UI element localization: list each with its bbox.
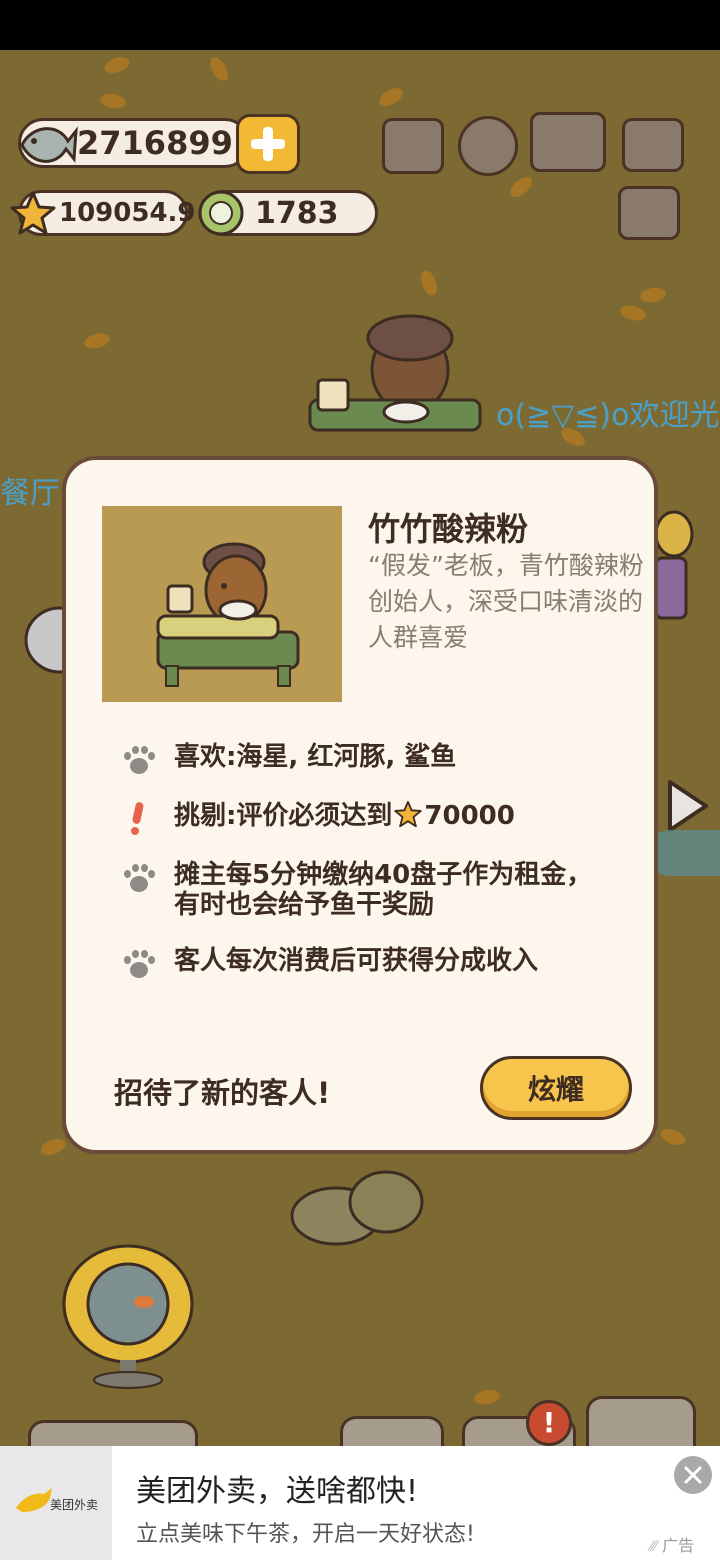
- new-guest-message: 招待了新的客人!: [114, 1076, 331, 1110]
- bottom-menu-button[interactable]: [586, 1396, 696, 1446]
- likes-row: 喜欢:海星, 红河豚, 鲨鱼: [124, 742, 456, 776]
- leaf-decoration: [38, 1135, 68, 1159]
- bottom-menu-button[interactable]: [340, 1416, 444, 1446]
- welcome-scrolling-text: o(≧▽≦)o欢迎光: [496, 398, 720, 433]
- character-portrait-image: [156, 542, 300, 687]
- likes-text: 喜欢:海星, 红河豚, 鲨鱼: [174, 742, 457, 772]
- show-off-button[interactable]: 炫耀: [480, 1056, 632, 1120]
- fish-count-value: 2716899: [77, 124, 233, 162]
- camera-icon[interactable]: [622, 118, 684, 172]
- leaf-decoration: [638, 285, 668, 305]
- leaf-decoration: [658, 1125, 688, 1149]
- leaf-decoration: [98, 91, 128, 111]
- leaf-decoration: [206, 54, 232, 84]
- customer-character-right: [654, 510, 694, 620]
- stream-decoration: [648, 830, 720, 876]
- income-row: 客人每次消费后可获得分成收入: [124, 946, 538, 980]
- rent-row: 摊主每5分钟缴纳40盘子作为租金，有时也会给予鱼干奖励: [124, 860, 604, 920]
- ad-label-text: 广告: [662, 1536, 695, 1555]
- ad-subtitle: 立点美味下午茶，开启一天好状态!: [136, 1522, 475, 1547]
- star-rating-value: 109054.9: [59, 198, 196, 228]
- paw-icon: [124, 862, 156, 894]
- leaf-decoration: [506, 173, 536, 201]
- picky-row: 挑剔:评价必须达到 70000: [124, 800, 515, 835]
- ad-mark-icon: ⁄⁄⁄: [650, 1539, 658, 1555]
- guest-book-icon[interactable]: [530, 112, 606, 172]
- kangaroo-logo-icon: [16, 1488, 52, 1512]
- paw-icon: [124, 948, 156, 980]
- ad-title: 美团外卖，送啥都快!: [136, 1474, 419, 1509]
- notification-badge: !: [526, 1400, 572, 1446]
- character-portrait: [102, 506, 342, 702]
- leaf-decoration: [472, 1387, 502, 1407]
- settings-gear-icon[interactable]: [458, 116, 518, 176]
- ad-banner[interactable]: 美团外卖 美团外卖，送啥都快! 立点美味下午茶，开启一天好状态!: [0, 1446, 720, 1560]
- character-info-dialog: 竹竹酸辣粉 “假发”老板，青竹酸辣粉创始人，深受口味清淡的人群喜爱 喜欢:海星,…: [62, 456, 658, 1154]
- plate-icon: [198, 190, 244, 236]
- income-info-text: 客人每次消费后可获得分成收入: [174, 946, 539, 976]
- close-icon: [684, 1466, 702, 1484]
- bottom-menu-button[interactable]: [28, 1420, 198, 1446]
- ad-logo: 美团外卖: [0, 1446, 112, 1560]
- status-bar: [0, 0, 720, 50]
- add-fish-button[interactable]: [236, 114, 300, 174]
- leaf-decoration: [82, 330, 112, 352]
- rock-decoration: [290, 1170, 424, 1246]
- newspaper-icon[interactable]: [618, 186, 680, 240]
- exclamation-icon: [124, 801, 156, 835]
- ranking-podium-icon[interactable]: [382, 118, 444, 174]
- chef-character-figure: [308, 314, 482, 432]
- leaf-decoration: [417, 268, 441, 298]
- character-name: 竹竹酸辣粉: [368, 510, 529, 548]
- leaf-decoration: [618, 302, 648, 324]
- star-icon: [394, 800, 423, 828]
- next-page-arrow[interactable]: [660, 776, 720, 836]
- ad-label: ⁄⁄⁄ 广告: [650, 1532, 694, 1556]
- leaf-decoration: [376, 84, 406, 110]
- fishbowl-decoration: [62, 1244, 194, 1389]
- close-ad-button[interactable]: [674, 1456, 712, 1494]
- leaf-decoration: [102, 53, 132, 77]
- restaurant-label-text: 餐厅: [0, 476, 60, 511]
- rent-info-text: 摊主每5分钟缴纳40盘子作为租金，有时也会给予鱼干奖励: [174, 860, 593, 920]
- picky-value: 70000: [424, 801, 515, 831]
- fish-icon: [20, 126, 78, 163]
- character-description: “假发”老板，青竹酸辣粉创始人，深受口味清淡的人群喜爱: [368, 551, 644, 652]
- picky-text: 挑剔:评价必须达到: [174, 801, 393, 831]
- plate-count-value: 1783: [255, 195, 339, 231]
- star-icon: [10, 191, 56, 235]
- paw-icon: [124, 744, 156, 776]
- ad-brand-name: 美团外卖: [50, 1498, 99, 1512]
